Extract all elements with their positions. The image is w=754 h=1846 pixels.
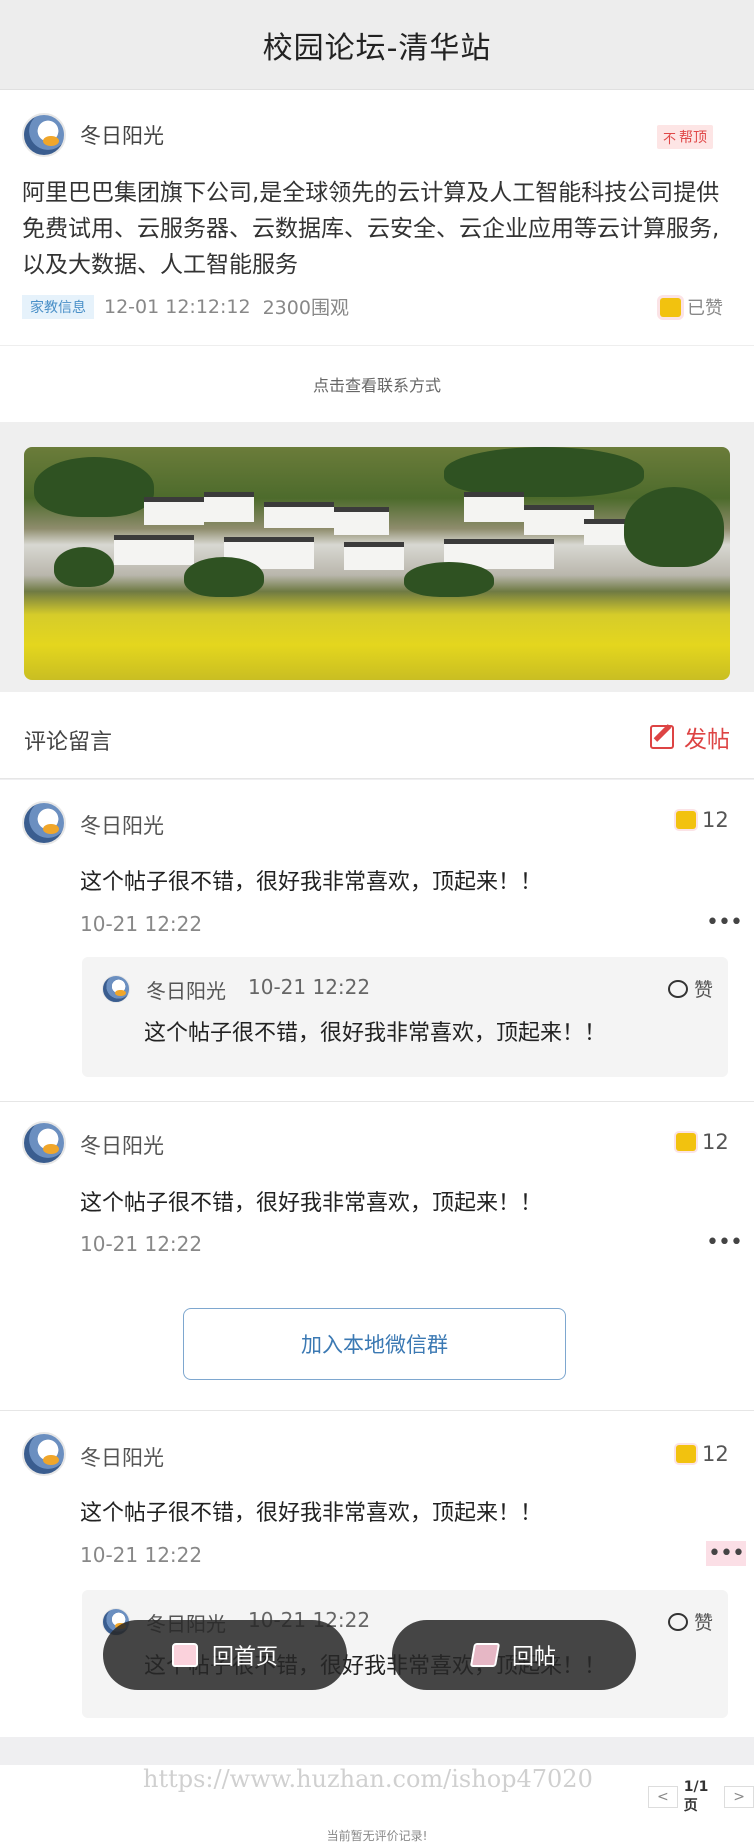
comment-item: 冬日阳光 12 这个帖子很不错，很好我非常喜欢，顶起来！！ 10-21 12:2… — [0, 1411, 754, 1737]
commenter-avatar[interactable] — [22, 1432, 66, 1476]
comments-header: 评论留言 发帖 — [0, 692, 754, 779]
comment-time: 10-21 12:22 — [80, 912, 203, 936]
page-title: 校园论坛-清华站 — [262, 30, 492, 66]
commenter-avatar[interactable] — [22, 1121, 66, 1165]
reply-avatar[interactable] — [102, 975, 130, 1003]
comment-like-button[interactable]: 12 — [676, 1130, 729, 1154]
liked-label: 已赞 — [687, 298, 723, 319]
like-count: 12 — [702, 1130, 729, 1154]
more-options-icon[interactable]: ••• — [706, 910, 743, 935]
prev-page-button[interactable]: < — [648, 1786, 678, 1808]
empty-review-text: 当前暂无评价记录! — [326, 1829, 428, 1843]
comment-like-button[interactable]: 12 — [676, 1442, 729, 1466]
reply-time: 10-21 12:22 — [248, 975, 371, 999]
new-post-label: 发帖 — [684, 727, 730, 753]
back-home-label: 回首页 — [211, 1645, 278, 1670]
commenter-name[interactable]: 冬日阳光 — [80, 1442, 164, 1472]
footer: https://www.huzhan.com/ishop47020 < 1/1页… — [0, 1765, 754, 1846]
comment-item: 冬日阳光 12 这个帖子很不错，很好我非常喜欢，顶起来！！ 10-21 12:2… — [0, 1102, 754, 1275]
heart-outline-icon — [668, 979, 688, 998]
reply-like-button[interactable]: 赞 — [668, 1608, 713, 1635]
post-card: 冬日阳光 不 帮顶 阿里巴巴集团旗下公司,是全球领先的云计算及人工智能科技公司提… — [0, 90, 754, 345]
watermark-text: https://www.huzhan.com/ishop47020 — [143, 1765, 593, 1793]
commenter-name[interactable]: 冬日阳光 — [80, 810, 164, 840]
heart-icon — [676, 1445, 696, 1463]
comment-text: 这个帖子很不错，很好我非常喜欢，顶起来！！ — [80, 1501, 543, 1526]
view-contact-link[interactable]: 点击查看联系方式 — [0, 345, 754, 422]
reply-post-label: 回帖 — [511, 1645, 556, 1670]
heart-icon — [676, 1133, 696, 1151]
post-time: 12-01 12:12:12 — [104, 295, 251, 318]
reply-like-label: 赞 — [694, 979, 714, 1001]
comment-time: 10-21 12:22 — [80, 1543, 203, 1567]
heart-outline-icon — [668, 1612, 688, 1631]
pagination: < 1/1页 > — [646, 1777, 754, 1817]
page-indicator: 1/1页 — [683, 1779, 709, 1814]
village-banner-image[interactable] — [24, 447, 730, 680]
heart-icon — [660, 297, 681, 317]
view-count: 2300围观 — [262, 297, 349, 319]
top-bar: 校园论坛-清华站 — [0, 0, 754, 90]
new-post-button[interactable]: 发帖 — [650, 720, 730, 754]
heart-icon — [676, 811, 696, 829]
next-page-button[interactable]: > — [724, 1786, 754, 1808]
author-avatar[interactable] — [22, 113, 66, 157]
reply-text: 这个帖子很不错，很好我非常喜欢，顶起来！！ — [144, 1021, 607, 1046]
more-options-icon[interactable]: ••• — [706, 1541, 746, 1566]
commenter-name[interactable]: 冬日阳光 — [80, 1130, 164, 1160]
like-button[interactable]: 已赞 — [660, 294, 723, 320]
commenter-avatar[interactable] — [22, 801, 66, 845]
pin-badge[interactable]: 不 帮顶 — [657, 125, 713, 149]
pin-label: 帮顶 — [679, 130, 707, 146]
home-icon — [171, 1643, 198, 1667]
reply-post-button[interactable]: 回帖 — [392, 1620, 636, 1690]
banner-section — [0, 422, 754, 692]
post-meta: 家教信息 12-01 12:12:12 2300围观 — [22, 293, 349, 320]
comment-like-button[interactable]: 12 — [676, 808, 729, 832]
post-author[interactable]: 冬日阳光 — [80, 120, 164, 150]
comment-text: 这个帖子很不错，很好我非常喜欢，顶起来！！ — [80, 870, 543, 895]
back-home-button[interactable]: 回首页 — [103, 1620, 347, 1690]
comment-item: 冬日阳光 12 这个帖子很不错，很好我非常喜欢，顶起来！！ 10-21 12:2… — [0, 780, 754, 1101]
post-body: 阿里巴巴集团旗下公司,是全球领先的云计算及人工智能科技公司提供免费试用、云服务器… — [22, 180, 720, 278]
edit-icon — [650, 725, 674, 749]
pin-icon: 不 — [662, 131, 676, 147]
like-count: 12 — [702, 1442, 729, 1466]
category-tag[interactable]: 家教信息 — [22, 294, 94, 319]
like-count: 12 — [702, 808, 729, 832]
join-wechat-group-button[interactable]: 加入本地微信群 — [183, 1308, 566, 1380]
reply-box: 冬日阳光 10-21 12:22 赞 这个帖子很不错，很好我非常喜欢，顶起来！！ — [82, 957, 728, 1077]
pen-icon — [469, 1643, 501, 1667]
reply-like-button[interactable]: 赞 — [668, 975, 713, 1002]
comments-title: 评论留言 — [24, 730, 113, 755]
comment-text: 这个帖子很不错，很好我非常喜欢，顶起来！！ — [80, 1191, 543, 1216]
reply-author[interactable]: 冬日阳光 — [146, 975, 226, 1004]
more-options-icon[interactable]: ••• — [706, 1230, 743, 1255]
comment-time: 10-21 12:22 — [80, 1232, 203, 1256]
reply-like-label: 赞 — [694, 1612, 714, 1634]
wechat-group-section: 加入本地微信群 — [0, 1275, 754, 1410]
